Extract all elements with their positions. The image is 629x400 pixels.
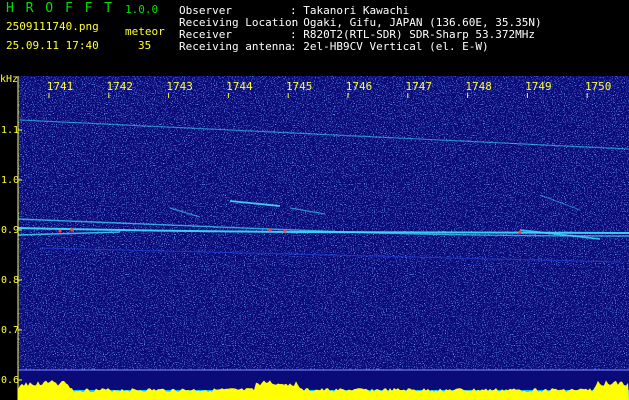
time-tick-label: 1746 <box>346 80 373 93</box>
time-tick-label: 1748 <box>465 80 492 93</box>
freq-tick-label: 0.6 <box>1 375 19 386</box>
time-tick-label: 1750 <box>585 80 612 93</box>
time-tick-label: 1747 <box>406 80 433 93</box>
freq-tick-label: 0.9 <box>1 225 19 236</box>
time-tick-label: 1742 <box>107 80 134 93</box>
meteor-hotspot <box>70 228 74 232</box>
hroft-screen: H R O F F T 1.0.0 2509111740.png meteor … <box>0 0 629 400</box>
meteor-hotspot <box>58 229 62 233</box>
time-tick-label: 1749 <box>525 80 552 93</box>
freq-tick-label: 0.7 <box>1 325 19 336</box>
freq-tick-label: 0.8 <box>1 275 19 286</box>
y-unit-label: kHz <box>0 74 19 85</box>
time-tick-label: 1745 <box>286 80 313 93</box>
meteor-hotspot <box>283 229 287 233</box>
meteor-hotspot <box>268 228 272 232</box>
meteor-hotspot <box>518 230 522 234</box>
time-tick-label: 1744 <box>226 80 253 93</box>
freq-tick-label: 1.0 <box>1 175 19 186</box>
freq-tick-label: 1.1 <box>1 125 19 136</box>
time-tick-label: 1743 <box>166 80 193 93</box>
spectrogram-plot: 1741 1742 1743 1744 1745 1746 1747 1748 1749 1750… <box>1 76 629 400</box>
time-tick-label: 1741 <box>47 80 74 93</box>
